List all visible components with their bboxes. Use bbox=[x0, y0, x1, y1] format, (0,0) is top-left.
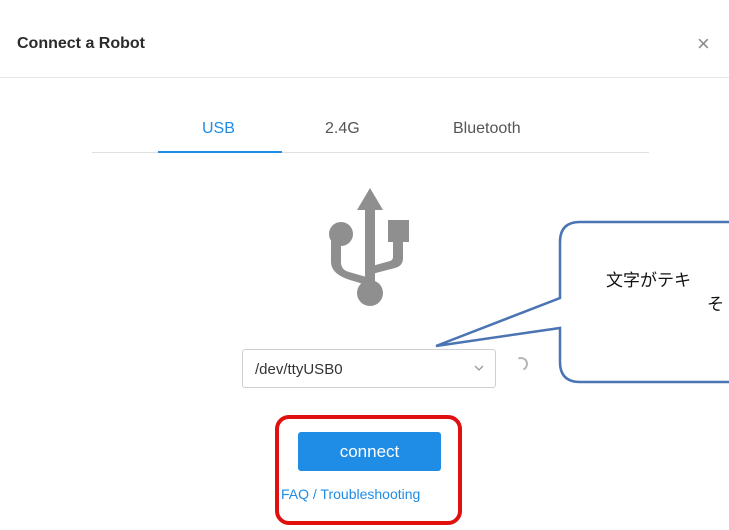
callout-text-line2: そ bbox=[707, 295, 724, 314]
callout-text-line1: 文字がテキ bbox=[606, 271, 691, 290]
faq-troubleshooting-link[interactable]: FAQ / Troubleshooting bbox=[281, 486, 420, 502]
connect-button[interactable]: connect bbox=[298, 432, 441, 471]
